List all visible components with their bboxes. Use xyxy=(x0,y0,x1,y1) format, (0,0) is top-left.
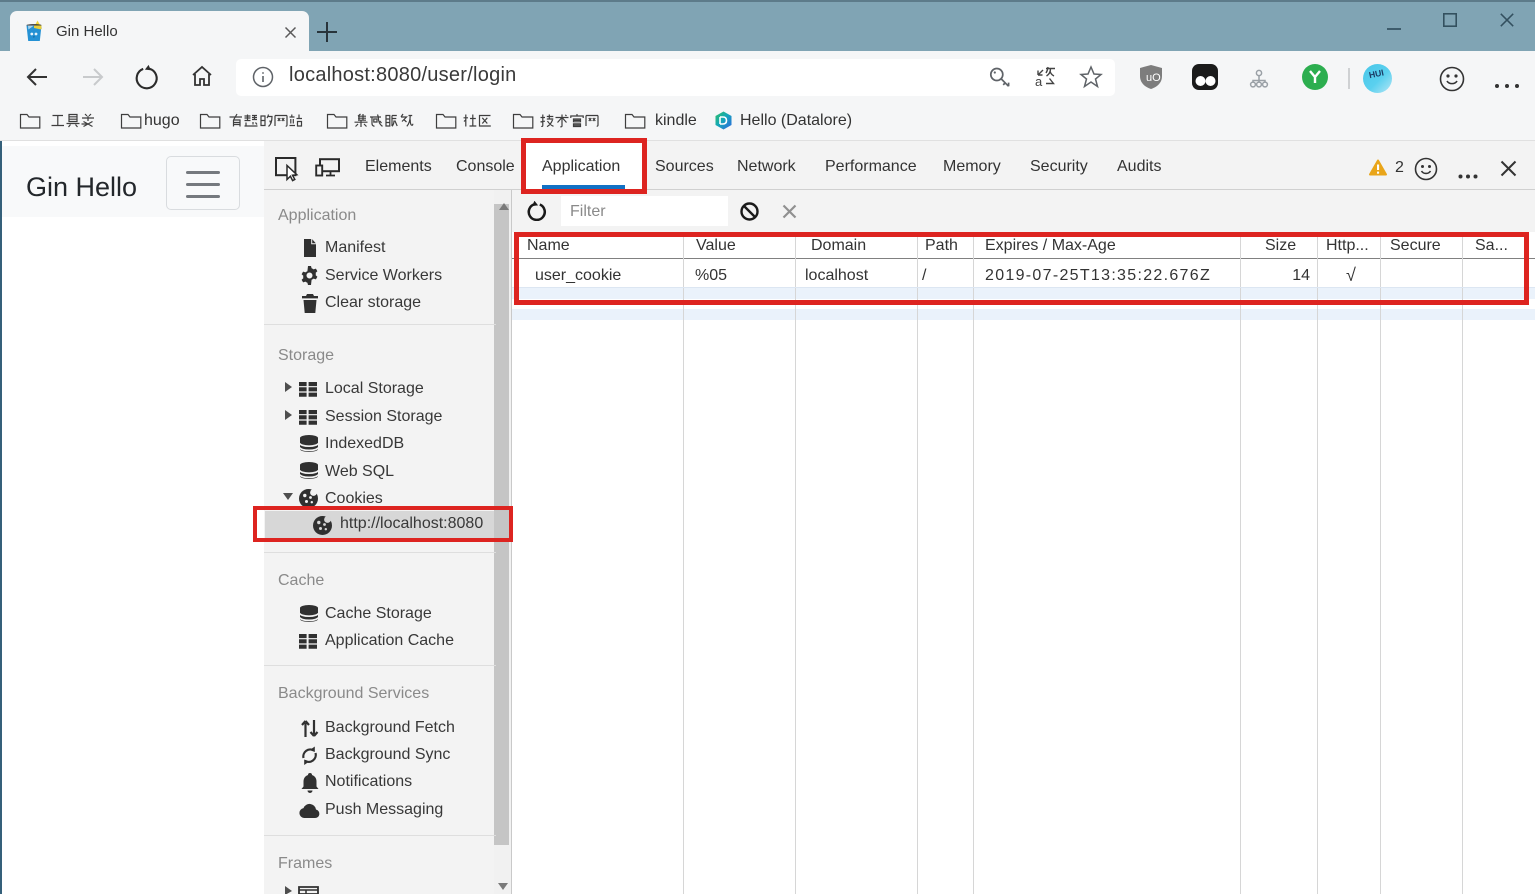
svg-text:uO: uO xyxy=(1146,72,1161,84)
svg-text:a: a xyxy=(1035,74,1043,89)
